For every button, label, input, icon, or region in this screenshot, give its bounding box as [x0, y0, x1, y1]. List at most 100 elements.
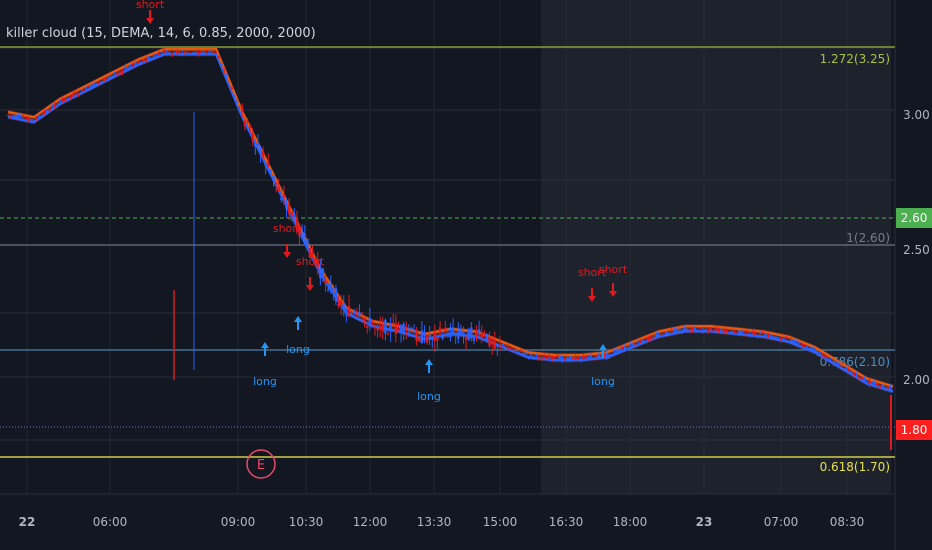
candle-body: [516, 351, 520, 353]
candle-body: [556, 356, 559, 358]
candle-body: [675, 329, 679, 332]
candle-body: [118, 71, 122, 73]
candle-body: [665, 331, 668, 335]
candle-body: [839, 365, 843, 367]
candle-body: [306, 238, 309, 248]
candle-body: [121, 70, 124, 73]
candle-body: [829, 360, 832, 362]
candle-body: [769, 335, 772, 338]
candle-body: [772, 335, 775, 337]
candle-body: [777, 338, 780, 340]
candle-body: [535, 354, 538, 356]
candle-body: [876, 382, 879, 386]
candle-body: [667, 333, 671, 335]
candle-body: [199, 52, 202, 54]
candle-body: [660, 334, 663, 336]
candle-body: [782, 338, 785, 340]
candle-body: [537, 356, 541, 358]
candle-body: [35, 117, 38, 120]
candle-body: [324, 279, 327, 284]
candle-body: [701, 329, 705, 332]
candle-body: [647, 337, 650, 341]
candle-body: [433, 331, 437, 342]
candle-body: [863, 378, 866, 381]
candle-body: [267, 161, 270, 167]
candle-body: [641, 339, 645, 343]
long-signal-label: long: [253, 375, 277, 388]
candle-body: [397, 328, 400, 330]
candle-body: [228, 84, 231, 86]
indicator-title[interactable]: killer cloud (15, DEMA, 14, 6, 0.85, 200…: [6, 26, 316, 41]
candle-body: [753, 332, 757, 335]
candle-body: [639, 339, 642, 342]
candle-body: [550, 356, 554, 360]
candle-body: [405, 326, 408, 330]
price-chart[interactable]: 1.272(3.25)1(2.60)0.786(2.10)0.618(1.70)…: [0, 0, 932, 550]
candle-body: [670, 330, 673, 332]
candle-body: [366, 326, 369, 328]
candle-body: [886, 387, 889, 389]
candle-body: [860, 377, 863, 379]
candle-body: [274, 182, 278, 184]
candle-body: [712, 330, 715, 332]
candle-body: [233, 95, 236, 97]
y-tick-label: 3.00: [903, 108, 930, 122]
candle-body: [785, 337, 788, 339]
candle-body: [134, 62, 137, 65]
candle-body: [610, 354, 614, 356]
short-signal-label: short: [136, 0, 165, 11]
candle-body: [561, 357, 564, 361]
candle-body: [592, 357, 595, 359]
candle-body: [254, 143, 257, 147]
candle-body: [209, 50, 213, 53]
candle-body: [441, 334, 444, 339]
candle-body: [855, 375, 858, 378]
candle-body: [540, 358, 543, 360]
candle-body: [462, 331, 465, 334]
candle-body: [436, 337, 439, 341]
candle-body: [196, 51, 200, 54]
candle-body: [808, 348, 811, 350]
candle-body: [431, 338, 434, 340]
candle-body: [480, 333, 483, 338]
candle-body: [798, 342, 801, 344]
candle-body: [467, 329, 470, 341]
candle-body: [280, 197, 283, 200]
candle-body: [490, 340, 494, 344]
short-signal-label: short: [273, 222, 302, 235]
candle-body: [514, 350, 517, 352]
candle-body: [649, 336, 653, 340]
candle-body: [251, 133, 254, 141]
candle-body: [727, 329, 731, 331]
candle-body: [852, 372, 856, 376]
candle-body: [235, 101, 239, 103]
fib-level-label: 1(2.60): [846, 231, 890, 245]
candle-body: [475, 331, 478, 337]
candle-body: [522, 353, 525, 355]
candle-body: [152, 55, 155, 57]
candle-body: [144, 58, 148, 62]
candle-body: [529, 354, 533, 356]
candle-body: [410, 327, 413, 331]
candle-body: [847, 369, 850, 371]
candle-body: [571, 357, 575, 360]
candle-body: [345, 314, 348, 316]
candle-body: [464, 336, 468, 340]
candle-body: [64, 98, 67, 102]
candle-body: [657, 333, 660, 337]
x-tick-label: 12:00: [353, 515, 388, 529]
candle-body: [113, 74, 116, 76]
candle-body: [147, 57, 150, 60]
candle-body: [303, 233, 306, 236]
candle-body: [457, 331, 460, 339]
candle-body: [720, 328, 723, 331]
candle-body: [678, 328, 681, 331]
candle-body: [477, 329, 481, 333]
candle-body: [17, 115, 20, 118]
candle-body: [795, 342, 798, 344]
candle-body: [743, 330, 746, 332]
candle-body: [360, 312, 364, 315]
candle-body: [774, 336, 778, 339]
candle-body: [66, 97, 70, 99]
candle-body: [693, 328, 697, 331]
